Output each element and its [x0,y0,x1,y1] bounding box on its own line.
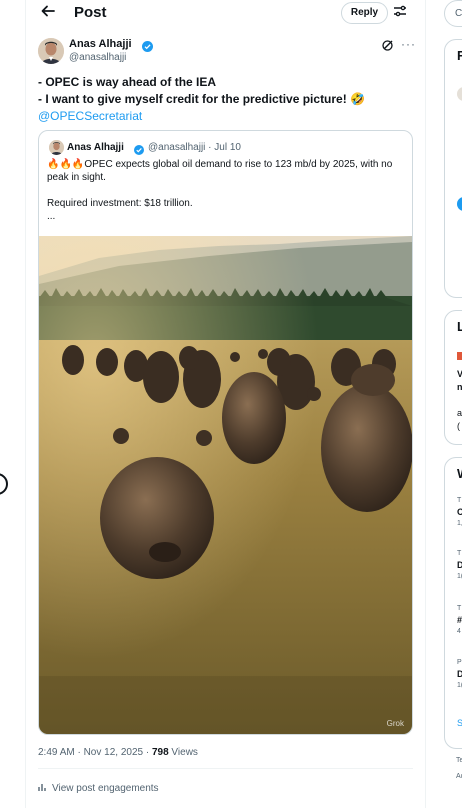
quoted-post[interactable]: Anas Alhajji @anasalhajji · Jul 10 🔥🔥🔥OP… [38,130,413,735]
sliders-icon[interactable] [393,4,409,20]
quoted-post-header: Anas Alhajji @anasalhajji · Jul 10 [49,140,399,156]
trend-title: D [457,560,462,570]
avatar[interactable] [457,87,462,101]
quoted-handle-date: @anasalhajji · Jul 10 [148,142,241,153]
card-heading: W [457,466,462,481]
quoted-text-line: 🔥🔥🔥OPEC expects global oil demand to ris… [47,159,393,170]
avatar [49,140,64,155]
trend-item[interactable]: T D 1( [457,550,462,580]
bears-in-field-image[interactable]: Grok [39,236,412,734]
trend-count: 4 [457,628,461,635]
quoted-text-line: peak in sight. [47,172,106,183]
card-text: V [457,369,462,379]
analytics-icon [38,782,48,795]
engagements-label: View post engagements [52,783,159,795]
post-text-line: - OPEC is way ahead of the IEA [38,75,217,89]
sidebar-card: F [444,39,462,298]
post-meta: 2:49 AM · Nov 12, 2025 · 798 Views [38,747,198,758]
avatar[interactable] [457,197,462,211]
post-text-line: - I want to give myself credit for the p… [38,92,366,106]
post-detail-column: Post Reply Anas Alhajji @anasalhajji ···… [26,0,425,808]
flag-icon [457,352,462,360]
image-watermark: Grok [386,719,404,728]
view-engagements-link[interactable]: View post engagements [38,782,159,795]
trend-item[interactable]: P D 1( [457,659,462,689]
trend-category: P [457,659,462,666]
reply-button[interactable]: Reply [341,2,388,24]
verified-badge-icon [134,142,144,155]
quoted-text-line: Required investment: $18 trillion. [47,198,193,209]
search-input[interactable]: C [444,0,462,27]
trend-item[interactable]: T C 1, [457,497,462,527]
trend-title: D [457,669,462,679]
card-text: a [457,408,462,418]
card-heading: L [457,319,462,334]
quoted-author-name: Anas Alhajji [67,142,124,153]
footer-link[interactable]: Ac [456,773,462,780]
left-nav-edge [0,0,26,808]
quoted-text-line: ... [47,211,56,222]
trend-title: C [457,507,462,517]
author-name[interactable]: Anas Alhajji [69,38,132,50]
timestamp[interactable]: 2:49 AM · Nov 12, 2025 · [38,747,152,758]
views-label: Views [168,747,198,758]
trend-category: T [457,605,462,612]
page-title: Post [74,4,107,21]
trend-count: 1( [457,573,462,580]
views-count: 798 [151,747,169,758]
more-options-icon[interactable]: ··· [401,37,416,51]
card-text: ( [457,421,460,431]
trend-item[interactable]: T # 4 [457,605,462,635]
nav-icon-partial[interactable] [0,473,8,495]
arrow-left-icon[interactable] [38,3,58,23]
avatar[interactable] [38,38,64,64]
grok-icon[interactable] [381,39,395,53]
post-author-row: Anas Alhajji @anasalhajji ··· [38,37,416,66]
sidebar-card: L V n a ( [444,310,462,445]
post-header: Post Reply [26,0,425,26]
card-heading: F [457,48,462,63]
right-sidebar: C F L V n a ( W T C 1, T D 1( T # 4 P [426,0,462,808]
card-text: n [457,382,462,392]
quoted-text: 🔥🔥🔥OPEC expects global oil demand to ris… [47,158,407,223]
trend-count: 1, [457,520,462,527]
trend-title: # [457,615,462,625]
footer-link[interactable]: Te [456,757,462,764]
mention-link[interactable]: @OPECSecretariat [38,108,413,125]
trend-category: T [457,497,462,504]
trend-count: 1( [457,682,462,689]
verified-badge-icon [142,39,153,52]
divider [38,768,413,769]
trend-category: T [457,550,462,557]
post-text: - OPEC is way ahead of the IEA - I want … [38,74,413,125]
author-handle[interactable]: @anasalhajji [69,52,126,63]
show-more-link[interactable]: S [457,718,462,728]
trends-card: W T C 1, T D 1( T # 4 P D 1( S [444,457,462,749]
